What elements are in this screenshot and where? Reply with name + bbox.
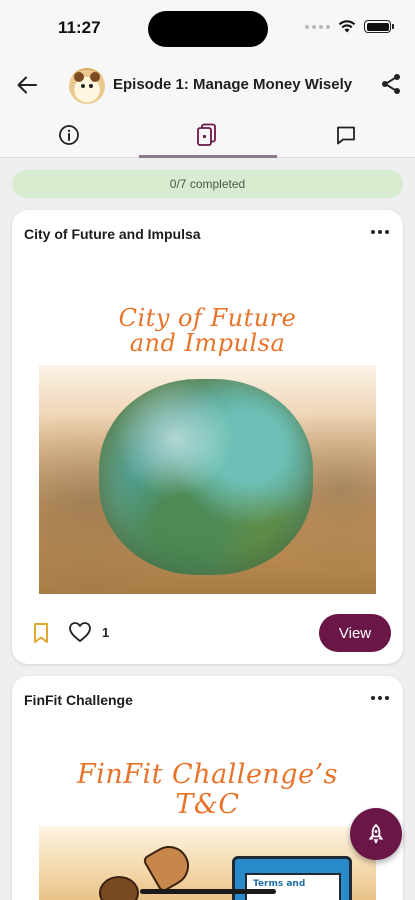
active-tab-indicator <box>139 155 277 158</box>
dynamic-island <box>148 11 268 47</box>
tab-chat[interactable] <box>277 112 415 158</box>
episode-avatar <box>69 68 105 104</box>
clipboard-text: Terms and <box>253 879 306 889</box>
progress-status: 0/7 completed <box>12 170 403 198</box>
arrow-left-icon <box>17 76 37 94</box>
megaphone-illustration <box>141 838 197 894</box>
info-icon <box>59 125 79 145</box>
status-bar: 11:27 <box>0 0 415 58</box>
content-card[interactable]: FinFit Challenge FinFit Challenge’s T&C … <box>12 676 403 900</box>
card-actions: 1 View <box>12 602 403 664</box>
chat-icon <box>337 126 355 145</box>
more-options-button[interactable] <box>369 224 391 240</box>
like-button[interactable] <box>68 621 92 643</box>
home-indicator <box>140 889 276 894</box>
card-cover-image <box>39 365 376 594</box>
cards-icon <box>197 123 216 146</box>
card-art-title: FinFit Challenge’s T&C <box>76 759 339 820</box>
wifi-icon <box>338 20 356 33</box>
rocket-icon <box>369 824 383 844</box>
page-title: Episode 1: Manage Money Wisely <box>113 76 353 93</box>
like-count: 1 <box>102 625 110 640</box>
share-icon <box>382 74 400 94</box>
tab-bar <box>0 112 415 158</box>
app-header: Episode 1: Manage Money Wisely <box>0 58 415 112</box>
status-time: 11:27 <box>58 18 101 37</box>
battery-icon <box>364 20 394 33</box>
tab-info[interactable] <box>0 112 138 158</box>
bookmark-icon <box>34 623 48 643</box>
share-button[interactable] <box>379 72 403 96</box>
bookmark-button[interactable] <box>32 622 52 644</box>
card-title: City of Future and Impulsa <box>24 226 201 242</box>
signal-icon <box>305 24 330 29</box>
beaver-illustration <box>99 876 139 900</box>
status-icons <box>305 20 394 33</box>
more-options-button[interactable] <box>369 690 391 706</box>
back-button[interactable] <box>14 72 40 98</box>
rocket-fab-button[interactable] <box>350 808 402 860</box>
content-card[interactable]: City of Future and Impulsa City of Futur… <box>12 210 403 664</box>
card-title: FinFit Challenge <box>24 692 133 708</box>
card-art-title: City of Future and Impulsa <box>118 304 297 357</box>
heart-icon <box>69 622 91 642</box>
globe-illustration <box>99 379 313 575</box>
view-button[interactable]: View <box>319 614 391 652</box>
tab-cards[interactable] <box>138 112 276 158</box>
